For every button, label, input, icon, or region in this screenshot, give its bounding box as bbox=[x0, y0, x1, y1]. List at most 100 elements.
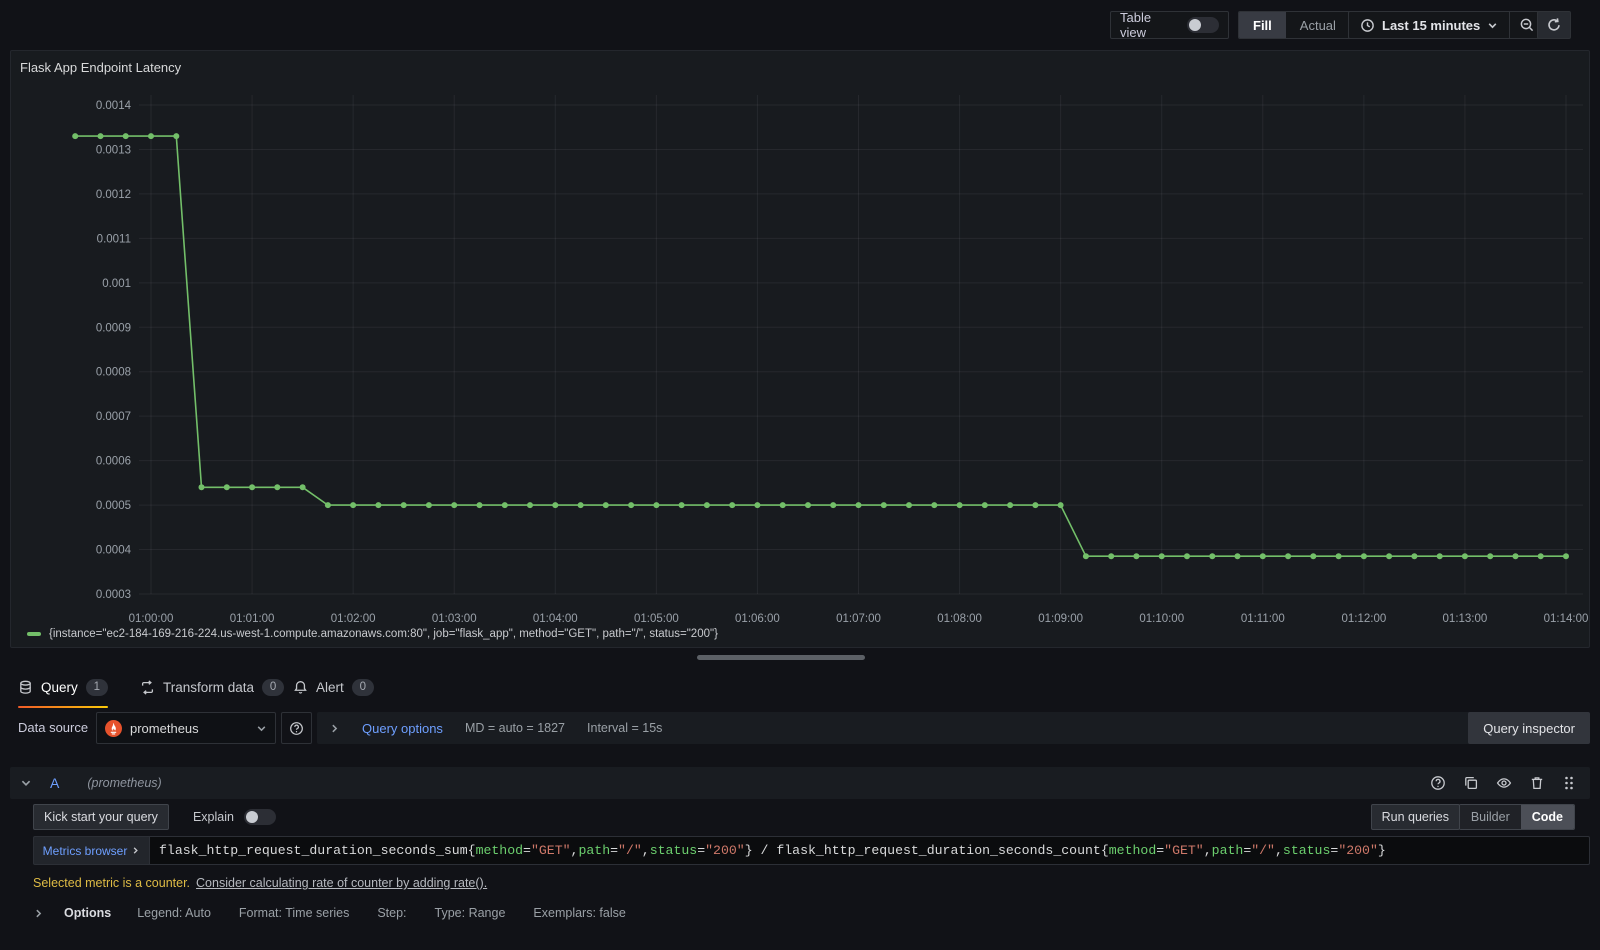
chevron-right-icon[interactable] bbox=[33, 908, 44, 919]
latency-data-point bbox=[956, 502, 963, 509]
latency-data-point bbox=[1563, 553, 1569, 560]
fill-option[interactable]: Fill bbox=[1239, 12, 1286, 38]
latency-data-point bbox=[1411, 553, 1418, 560]
datasource-help-button[interactable] bbox=[281, 712, 312, 744]
latency-data-point bbox=[1512, 553, 1519, 560]
tab-transform-data[interactable]: Transform data 0 bbox=[140, 670, 285, 704]
latency-data-point bbox=[577, 502, 584, 509]
query-option-item: Legend: Auto bbox=[137, 906, 211, 920]
metrics-browser-button[interactable]: Metrics browser bbox=[33, 836, 149, 865]
chart-legend[interactable]: {instance="ec2-184-169-216-224.us-west-1… bbox=[27, 628, 718, 640]
tab-alert-badge: 0 bbox=[351, 678, 374, 696]
latency-data-point bbox=[1082, 553, 1089, 560]
y-axis-label: 0.0013 bbox=[96, 144, 131, 156]
latency-data-point bbox=[1285, 553, 1292, 560]
max-data-points-text: MD = auto = 1827 bbox=[464, 721, 566, 735]
chevron-down-icon bbox=[256, 723, 267, 734]
latency-data-point bbox=[274, 484, 281, 491]
tab-alert-label: Alert bbox=[316, 679, 344, 695]
time-range-button[interactable]: Last 15 minutes bbox=[1349, 12, 1509, 38]
latency-data-point bbox=[1209, 553, 1216, 560]
hide-query-icon[interactable] bbox=[1496, 775, 1512, 791]
x-axis-label: 01:07:00 bbox=[836, 613, 881, 625]
promql-token: = bbox=[610, 843, 619, 858]
latency-data-point bbox=[501, 502, 508, 509]
query-inspector-button[interactable]: Query inspector bbox=[1468, 712, 1590, 744]
query-options-link[interactable]: Query options bbox=[362, 721, 443, 736]
run-queries-button[interactable]: Run queries bbox=[1370, 804, 1460, 830]
active-tab-underline bbox=[18, 706, 108, 708]
duplicate-query-icon[interactable] bbox=[1463, 775, 1479, 791]
query-option-item: Type: Range bbox=[434, 906, 506, 920]
promql-label-token: status bbox=[649, 843, 698, 858]
latency-data-point bbox=[1335, 553, 1342, 560]
query-row-actions bbox=[1430, 775, 1576, 791]
warning-hint-link[interactable]: Consider calculating rate of counter by … bbox=[196, 876, 487, 890]
actual-option[interactable]: Actual bbox=[1286, 12, 1350, 38]
y-axis-label: 0.0008 bbox=[96, 367, 131, 379]
code-mode-option[interactable]: Code bbox=[1520, 805, 1574, 829]
datasource-value: prometheus bbox=[130, 720, 199, 736]
latency-data-point bbox=[830, 502, 837, 509]
prometheus-icon bbox=[105, 719, 122, 737]
latency-data-point bbox=[703, 502, 710, 509]
clock-icon bbox=[1360, 18, 1375, 33]
latency-data-point bbox=[324, 502, 331, 509]
promql-query-input[interactable]: flask_http_request_duration_seconds_sum{… bbox=[149, 836, 1590, 865]
latency-panel: Flask App Endpoint Latency 0.0014 0.0013 0… bbox=[10, 50, 1590, 648]
latency-data-point bbox=[1487, 553, 1494, 560]
latency-data-point bbox=[628, 502, 635, 509]
promql-label-token: path bbox=[578, 843, 611, 858]
latency-data-point bbox=[1436, 553, 1443, 560]
promql-label-token: method bbox=[1108, 843, 1157, 858]
table-view-label: Table view bbox=[1120, 10, 1152, 40]
latency-data-point bbox=[249, 484, 256, 491]
delete-query-icon[interactable] bbox=[1529, 775, 1545, 791]
help-circle-icon bbox=[289, 721, 304, 736]
legend-series-label: {instance="ec2-184-169-216-224.us-west-1… bbox=[49, 628, 718, 640]
tab-alert[interactable]: Alert 0 bbox=[293, 670, 374, 704]
promql-token: = bbox=[1330, 843, 1339, 858]
latency-data-point bbox=[906, 502, 912, 509]
query-ref-id[interactable]: A bbox=[50, 775, 59, 791]
latency-chart: 0.0014 0.0013 0.0012 0.0011 0.001 0.0009 0.000… bbox=[72, 95, 1589, 625]
latency-data-point bbox=[880, 502, 887, 509]
latency-data-point bbox=[1360, 553, 1367, 560]
latency-data-point bbox=[1386, 553, 1393, 560]
y-axis-label: 0.0007 bbox=[96, 411, 131, 423]
latency-data-point bbox=[425, 502, 432, 509]
query-options-strip: Query options MD = auto = 1827 Interval … bbox=[317, 712, 1590, 744]
y-axis-label: 0.0006 bbox=[96, 456, 131, 468]
drag-handle-icon[interactable] bbox=[1562, 775, 1576, 791]
collapse-query-icon[interactable] bbox=[20, 777, 32, 789]
kick-start-button[interactable]: Kick start your query bbox=[33, 804, 169, 830]
latency-data-point bbox=[1108, 553, 1115, 560]
bell-icon bbox=[293, 680, 308, 695]
table-view-toggle[interactable] bbox=[1187, 17, 1219, 33]
query-help-icon[interactable] bbox=[1430, 775, 1446, 791]
explain-toggle[interactable] bbox=[243, 809, 276, 825]
latency-data-point bbox=[1234, 553, 1241, 560]
latency-data-point bbox=[981, 502, 988, 509]
horizontal-scrollbar[interactable] bbox=[697, 655, 865, 660]
options-label[interactable]: Options bbox=[64, 906, 111, 920]
x-axis-label: 01:00:00 bbox=[129, 613, 174, 625]
y-axis-label: 0.0011 bbox=[97, 233, 131, 245]
builder-mode-option[interactable]: Builder bbox=[1459, 805, 1521, 829]
chevron-right-icon[interactable] bbox=[329, 723, 340, 734]
tab-query[interactable]: Query 1 bbox=[18, 670, 108, 708]
y-axis-label: 0.001 bbox=[102, 278, 131, 290]
tab-transform-badge: 0 bbox=[262, 678, 285, 696]
editor-mode-switch: Builder Code bbox=[1458, 804, 1575, 830]
options-summary: Legend: Auto Format: Time series Step: Type… bbox=[137, 906, 626, 920]
promql-token: , bbox=[641, 843, 650, 858]
promql-token: = bbox=[1156, 843, 1165, 858]
refresh-button[interactable] bbox=[1537, 11, 1571, 39]
legend-series-color bbox=[27, 632, 41, 636]
datasource-select[interactable]: prometheus bbox=[96, 712, 276, 744]
x-axis-label: 01:14:00 bbox=[1544, 613, 1589, 625]
query-option-item: Format: Time series bbox=[238, 906, 350, 920]
fill-actual-switch: Fill Actual bbox=[1238, 11, 1351, 39]
datasource-label: Data source bbox=[18, 720, 89, 735]
tab-query-label: Query bbox=[41, 679, 78, 695]
